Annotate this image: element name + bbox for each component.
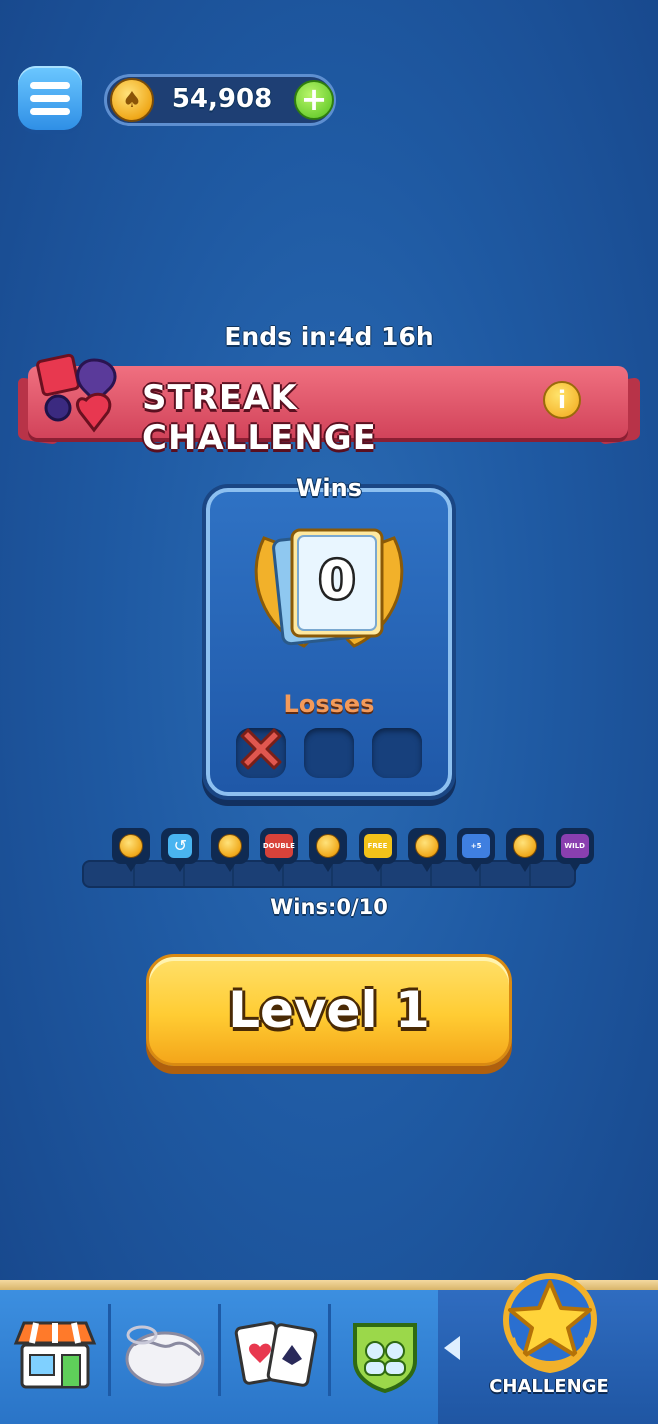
nav-item-cards[interactable] bbox=[222, 1300, 328, 1410]
reward-free-ticket-icon: FREE bbox=[358, 828, 397, 872]
loss-slot bbox=[304, 728, 354, 778]
info-button[interactable]: i bbox=[543, 381, 581, 419]
free-ticket-icon: FREE bbox=[363, 834, 392, 858]
add-coins-button[interactable]: + bbox=[294, 80, 334, 120]
loss-x-icon bbox=[240, 728, 282, 770]
nav-item-friends[interactable] bbox=[332, 1300, 438, 1410]
coin-icon bbox=[513, 834, 538, 858]
event-timer: Ends in:4d 16h bbox=[224, 322, 434, 351]
reward-wild-card-icon: WILD bbox=[555, 828, 594, 872]
nav-scroll-left-icon[interactable] bbox=[444, 1336, 460, 1360]
event-title: STREAK CHALLENGE bbox=[142, 378, 377, 458]
menu-button[interactable] bbox=[18, 66, 82, 130]
play-level-button[interactable]: Level 1 bbox=[146, 954, 512, 1066]
nav-divider bbox=[328, 1304, 331, 1396]
reward-coin-icon bbox=[210, 828, 249, 872]
cards-icon bbox=[234, 1321, 318, 1387]
losses-label: Losses bbox=[283, 690, 375, 718]
plus-cards-icon: +5 bbox=[462, 834, 491, 858]
nav-divider bbox=[218, 1304, 221, 1396]
nav-divider bbox=[108, 1304, 111, 1396]
coin-icon: ♠ bbox=[110, 78, 154, 122]
reward-coin-icon bbox=[407, 828, 446, 872]
coin-icon bbox=[414, 834, 439, 858]
shop-icon bbox=[13, 1321, 97, 1389]
reward-double-icon: DOUBLE bbox=[259, 828, 298, 872]
friends-icon bbox=[353, 1323, 417, 1394]
reward-undo-icon: ↺ bbox=[161, 828, 200, 872]
reward-coin-icon bbox=[506, 828, 545, 872]
nav-item-challenge-label[interactable]: CHALLENGE bbox=[470, 1376, 628, 1397]
coin-balance: 54,908 bbox=[171, 84, 273, 114]
menu-icon-line bbox=[30, 94, 70, 102]
double-icon: DOUBLE bbox=[263, 834, 295, 858]
coin-icon bbox=[316, 834, 341, 858]
play-level-label: Level 1 bbox=[228, 981, 430, 1039]
reward-coin-icon bbox=[309, 828, 348, 872]
reward-coin-icon bbox=[112, 828, 150, 872]
coin-icon bbox=[119, 834, 143, 858]
wins-label: Wins bbox=[295, 474, 363, 502]
handshake-icon bbox=[125, 1325, 205, 1387]
card-suits-icon bbox=[36, 353, 117, 433]
menu-icon-line bbox=[30, 107, 70, 115]
nav-item-shop[interactable] bbox=[2, 1300, 108, 1410]
wins-progress-text: Wins:0/10 bbox=[270, 895, 388, 919]
undo-icon: ↺ bbox=[168, 834, 193, 858]
nav-item-team[interactable] bbox=[112, 1300, 218, 1410]
wins-count: 0 bbox=[319, 551, 355, 611]
reward-plus-cards-icon: +5 bbox=[457, 828, 496, 872]
menu-icon bbox=[30, 81, 70, 89]
wild-card-icon: WILD bbox=[560, 834, 589, 858]
star-trophy-icon[interactable] bbox=[494, 1268, 606, 1376]
laurel-trophy-icon: 0 bbox=[254, 528, 404, 648]
loss-slot bbox=[372, 728, 422, 778]
coin-icon bbox=[217, 834, 242, 858]
